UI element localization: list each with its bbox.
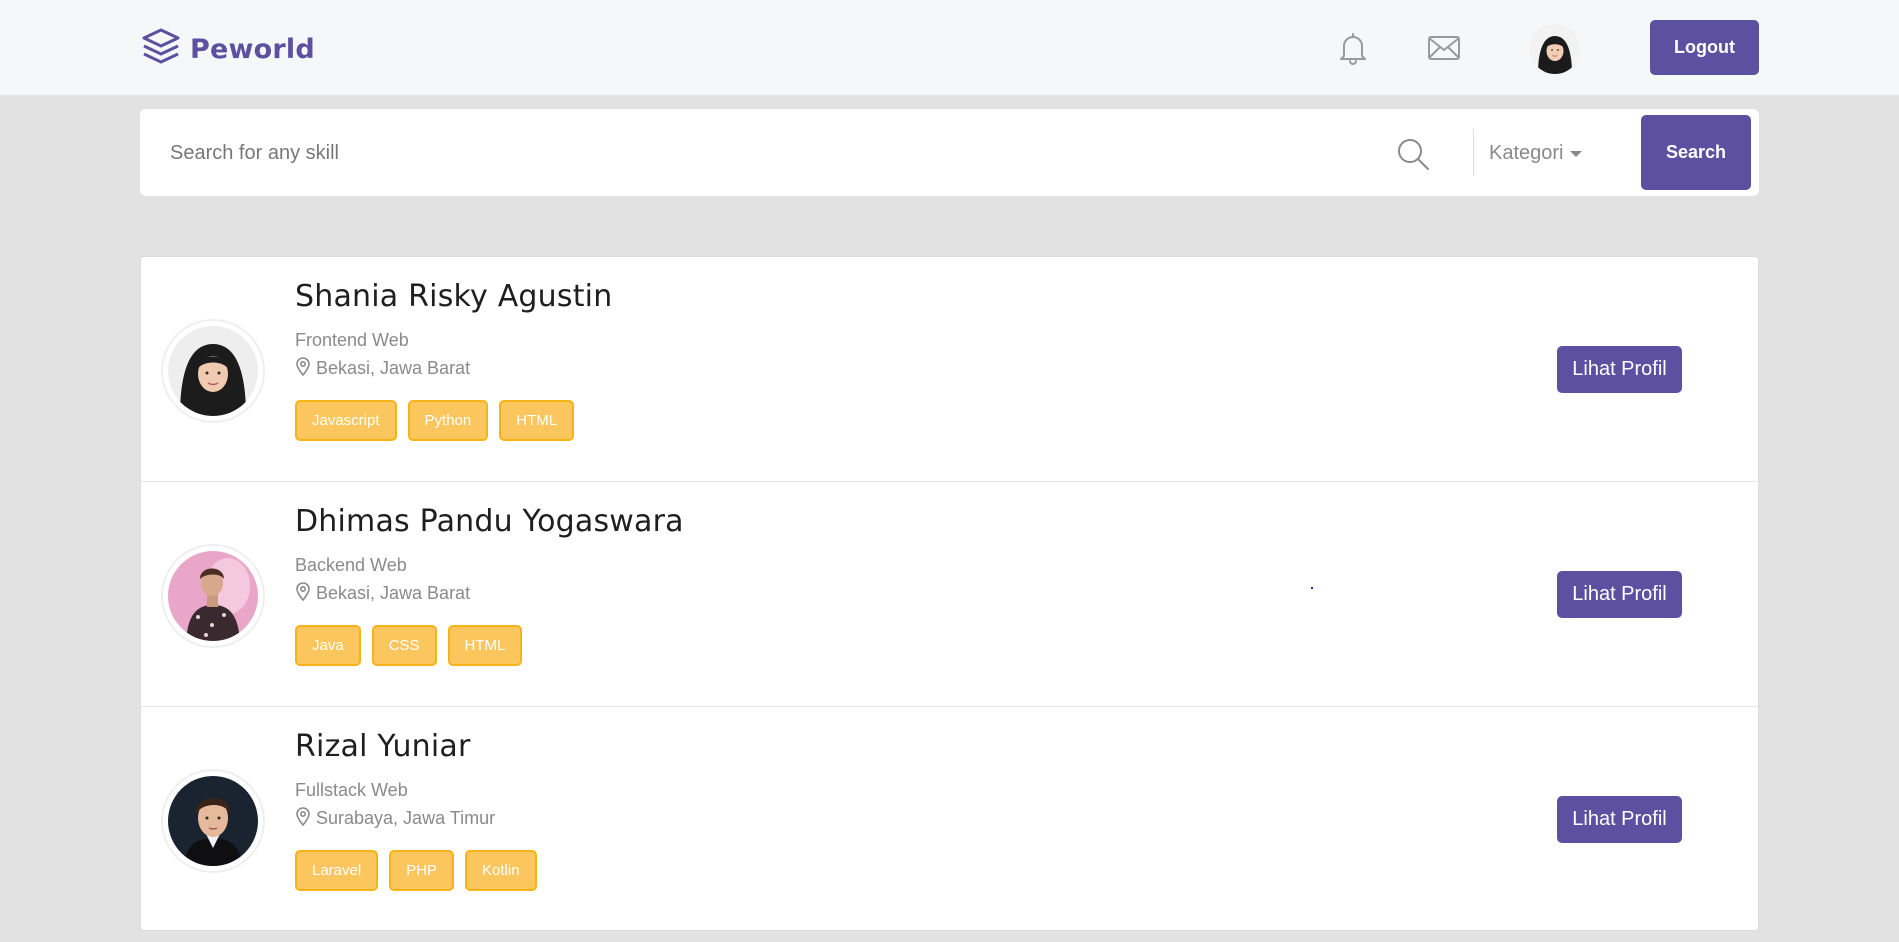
skill-badge[interactable]: HTML bbox=[447, 625, 523, 666]
location-text: Bekasi, Jawa Barat bbox=[316, 358, 471, 378]
category-dropdown[interactable]: Kategori bbox=[1489, 139, 1582, 167]
candidate-job: Fullstack Web bbox=[295, 780, 408, 800]
candidate-name: Rizal Yuniar bbox=[295, 729, 471, 764]
map-pin-icon bbox=[295, 806, 311, 831]
view-profile-button[interactable]: Lihat Profil bbox=[1557, 571, 1682, 618]
mail-icon[interactable] bbox=[1426, 30, 1462, 66]
skill-list: Javascript Python HTML bbox=[295, 400, 575, 441]
map-pin-icon bbox=[295, 356, 311, 381]
candidate-avatar bbox=[161, 319, 265, 423]
view-profile-button[interactable]: Lihat Profil bbox=[1557, 346, 1682, 393]
skill-badge[interactable]: CSS bbox=[371, 625, 437, 666]
user-avatar[interactable] bbox=[1530, 24, 1580, 74]
search-icon[interactable] bbox=[1395, 136, 1431, 172]
candidate-card: Rizal Yuniar Fullstack Web Surabaya, Jaw… bbox=[141, 707, 1758, 932]
location-text: Surabaya, Jawa Timur bbox=[316, 808, 496, 828]
skill-badge[interactable]: Python bbox=[407, 400, 489, 441]
logo-layers-icon bbox=[140, 26, 182, 73]
logout-button[interactable]: Logout bbox=[1650, 20, 1759, 75]
skill-badge[interactable]: Laravel bbox=[295, 850, 379, 891]
stray-pixel bbox=[1311, 587, 1313, 589]
skill-badge[interactable]: HTML bbox=[499, 400, 575, 441]
navbar: Peworld Logout bbox=[0, 0, 1899, 96]
search-button[interactable]: Search bbox=[1641, 115, 1751, 190]
candidate-job: Backend Web bbox=[295, 555, 407, 575]
search-bar: Kategori Search bbox=[140, 109, 1759, 196]
candidate-name: Dhimas Pandu Yogaswara bbox=[295, 504, 684, 539]
candidate-card: Dhimas Pandu Yogaswara Backend Web Bekas… bbox=[141, 482, 1758, 707]
skill-list: Laravel PHP Kotlin bbox=[295, 850, 537, 891]
skill-badge[interactable]: Java bbox=[295, 625, 361, 666]
skill-badge[interactable]: Kotlin bbox=[465, 850, 537, 891]
candidate-list: Shania Risky Agustin Frontend Web Bekasi… bbox=[140, 256, 1759, 931]
bell-icon[interactable] bbox=[1335, 30, 1371, 66]
candidate-location: Bekasi, Jawa Barat bbox=[295, 581, 470, 606]
candidate-name: Shania Risky Agustin bbox=[295, 279, 613, 314]
brand-name: Peworld bbox=[190, 33, 315, 65]
candidate-card: Shania Risky Agustin Frontend Web Bekasi… bbox=[141, 257, 1758, 482]
caret-down-icon bbox=[1569, 151, 1582, 157]
skill-list: Java CSS HTML bbox=[295, 625, 523, 666]
view-profile-button[interactable]: Lihat Profil bbox=[1557, 796, 1682, 843]
candidate-avatar bbox=[161, 769, 265, 873]
skill-badge[interactable]: Javascript bbox=[295, 400, 397, 441]
candidate-avatar bbox=[161, 544, 265, 648]
location-text: Bekasi, Jawa Barat bbox=[316, 583, 471, 603]
map-pin-icon bbox=[295, 581, 311, 606]
search-divider bbox=[1473, 129, 1474, 176]
candidate-location: Bekasi, Jawa Barat bbox=[295, 356, 470, 381]
candidate-job: Frontend Web bbox=[295, 330, 409, 350]
skill-badge[interactable]: PHP bbox=[389, 850, 455, 891]
candidate-location: Surabaya, Jawa Timur bbox=[295, 806, 495, 831]
brand-logo[interactable]: Peworld bbox=[140, 27, 315, 71]
search-input[interactable] bbox=[170, 129, 1390, 177]
category-label: Kategori bbox=[1489, 141, 1564, 164]
